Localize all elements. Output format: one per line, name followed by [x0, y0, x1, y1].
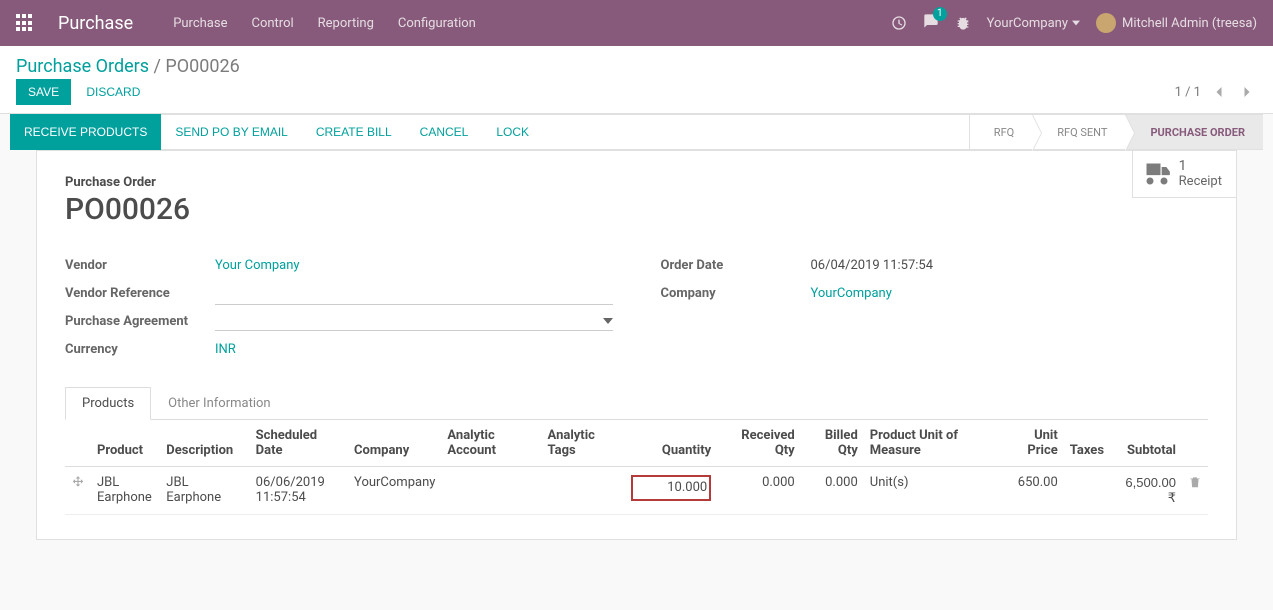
cancel-button[interactable]: CANCEL — [406, 114, 483, 150]
apps-icon[interactable] — [16, 14, 34, 32]
pager-text: 1 / 1 — [1175, 85, 1201, 100]
th-analytic-account: Analytic Account — [441, 420, 541, 467]
trash-icon[interactable] — [1188, 475, 1202, 489]
caret-down-icon — [603, 316, 613, 326]
messages-icon[interactable]: 1 — [923, 13, 939, 33]
currency-field[interactable]: INR — [215, 342, 613, 357]
vendor-field[interactable]: Your Company — [215, 258, 613, 273]
tabs: Products Other Information — [65, 387, 1208, 420]
caret-down-icon — [1072, 19, 1080, 27]
sheet-wrap: 1 Receipt Purchase Order PO00026 Vendor … — [0, 150, 1273, 564]
status-rfq-sent[interactable]: RFQ SENT — [1032, 115, 1125, 149]
company-label: Company — [661, 286, 811, 301]
cell-analytic-account[interactable] — [441, 467, 541, 515]
th-taxes: Taxes — [1064, 420, 1110, 467]
th-received-qty: Received Qty — [717, 420, 801, 467]
status-purchase-order[interactable]: PURCHASE ORDER — [1125, 115, 1263, 149]
form-grid: Vendor Your Company Vendor Reference Pur… — [65, 251, 1208, 363]
avatar — [1096, 13, 1116, 33]
app-title: Purchase — [58, 13, 133, 34]
vendor-ref-field[interactable] — [215, 281, 613, 305]
cell-received-qty[interactable]: 0.000 — [717, 467, 801, 515]
nav-menu: Purchase Control Reporting Configuration — [173, 16, 476, 31]
send-po-button[interactable]: SEND PO BY EMAIL — [161, 114, 301, 150]
clock-icon[interactable] — [891, 15, 907, 31]
nav-item-control[interactable]: Control — [251, 16, 293, 31]
pager: 1 / 1 — [1175, 82, 1257, 102]
statusbar-buttons: RECEIVE PRODUCTS SEND PO BY EMAIL CREATE… — [10, 115, 543, 149]
form-sheet: 1 Receipt Purchase Order PO00026 Vendor … — [36, 150, 1237, 540]
create-bill-button[interactable]: CREATE BILL — [302, 114, 406, 150]
cell-company[interactable]: YourCompany — [348, 467, 441, 515]
breadcrumb: Purchase Orders / PO00026 — [16, 56, 240, 77]
currency-label: Currency — [65, 342, 215, 357]
th-scheduled-date: Scheduled Date — [250, 420, 348, 467]
purchase-agreement-label: Purchase Agreement — [65, 314, 215, 329]
company-switcher[interactable]: YourCompany — [987, 16, 1080, 31]
vendor-ref-label: Vendor Reference — [65, 286, 215, 301]
top-nav: Purchase Purchase Control Reporting Conf… — [0, 0, 1273, 46]
po-number: PO00026 — [65, 192, 1208, 227]
cell-unit-price[interactable]: 650.00 — [998, 467, 1064, 515]
nav-item-reporting[interactable]: Reporting — [318, 16, 374, 31]
receipt-count: 1 — [1179, 159, 1222, 174]
discard-button[interactable]: DISCARD — [74, 79, 152, 105]
th-analytic-tags: Analytic Tags — [542, 420, 626, 467]
cell-product[interactable]: JBL Earphone — [91, 467, 160, 515]
company-name: YourCompany — [987, 16, 1068, 31]
vendor-label: Vendor — [65, 258, 215, 273]
form-col-right: Order Date 06/04/2019 11:57:54 Company Y… — [661, 251, 1209, 363]
status-rfq[interactable]: RFQ — [969, 115, 1032, 149]
th-quantity: Quantity — [625, 420, 717, 467]
order-lines-table: Product Description Scheduled Date Compa… — [65, 420, 1208, 515]
breadcrumb-current: PO00026 — [165, 56, 239, 77]
receipt-label: Receipt — [1179, 174, 1222, 189]
receive-products-button[interactable]: RECEIVE PRODUCTS — [10, 114, 161, 150]
truck-icon — [1143, 163, 1171, 185]
control-panel: Purchase Orders / PO00026 SAVE DISCARD 1… — [0, 46, 1273, 114]
user-menu[interactable]: Mitchell Admin (treesa) — [1096, 13, 1257, 33]
lock-button[interactable]: LOCK — [482, 114, 543, 150]
th-billed-qty: Billed Qty — [801, 420, 864, 467]
table-row[interactable]: JBL Earphone JBL Earphone 06/06/2019 11:… — [65, 467, 1208, 515]
page-title-label: Purchase Order — [65, 175, 1208, 190]
order-date-label: Order Date — [661, 258, 811, 273]
drag-handle-icon[interactable] — [71, 475, 85, 489]
th-description: Description — [160, 420, 249, 467]
save-button[interactable]: SAVE — [16, 79, 71, 105]
form-col-left: Vendor Your Company Vendor Reference Pur… — [65, 251, 613, 363]
statusbar: RECEIVE PRODUCTS SEND PO BY EMAIL CREATE… — [10, 114, 1263, 150]
user-name: Mitchell Admin (treesa) — [1122, 16, 1257, 31]
th-product: Product — [91, 420, 160, 467]
nav-item-configuration[interactable]: Configuration — [398, 16, 476, 31]
company-field[interactable]: YourCompany — [811, 286, 1209, 301]
table-header-row: Product Description Scheduled Date Compa… — [65, 420, 1208, 467]
cell-uom[interactable]: Unit(s) — [864, 467, 998, 515]
tab-products[interactable]: Products — [65, 387, 151, 420]
messages-badge: 1 — [933, 7, 947, 21]
th-unit-price: Unit Price — [998, 420, 1064, 467]
nav-right: 1 YourCompany Mitchell Admin (treesa) — [891, 13, 1257, 33]
nav-item-purchase[interactable]: Purchase — [173, 16, 227, 31]
order-date-field[interactable]: 06/04/2019 11:57:54 — [811, 258, 1209, 273]
purchase-agreement-field[interactable] — [215, 312, 613, 331]
cell-billed-qty[interactable]: 0.000 — [801, 467, 864, 515]
cell-scheduled-date[interactable]: 06/06/2019 11:57:54 — [250, 467, 348, 515]
th-uom: Product Unit of Measure — [864, 420, 998, 467]
cell-quantity[interactable]: 10.000 — [625, 467, 717, 515]
th-subtotal: Subtotal — [1110, 420, 1182, 467]
cell-analytic-tags[interactable] — [542, 467, 626, 515]
cell-description[interactable]: JBL Earphone — [160, 467, 249, 515]
cell-taxes[interactable] — [1064, 467, 1110, 515]
bug-icon[interactable] — [955, 15, 971, 31]
status-steps: RFQ RFQ SENT PURCHASE ORDER — [969, 115, 1263, 149]
tab-other-information[interactable]: Other Information — [151, 387, 287, 420]
breadcrumb-root[interactable]: Purchase Orders — [16, 56, 149, 77]
receipt-stat-button[interactable]: 1 Receipt — [1132, 150, 1237, 198]
form-buttons: SAVE DISCARD — [16, 79, 152, 105]
pager-prev-icon[interactable] — [1209, 82, 1229, 102]
th-company: Company — [348, 420, 441, 467]
pager-next-icon[interactable] — [1237, 82, 1257, 102]
cell-subtotal: 6,500.00 ₹ — [1110, 467, 1182, 515]
